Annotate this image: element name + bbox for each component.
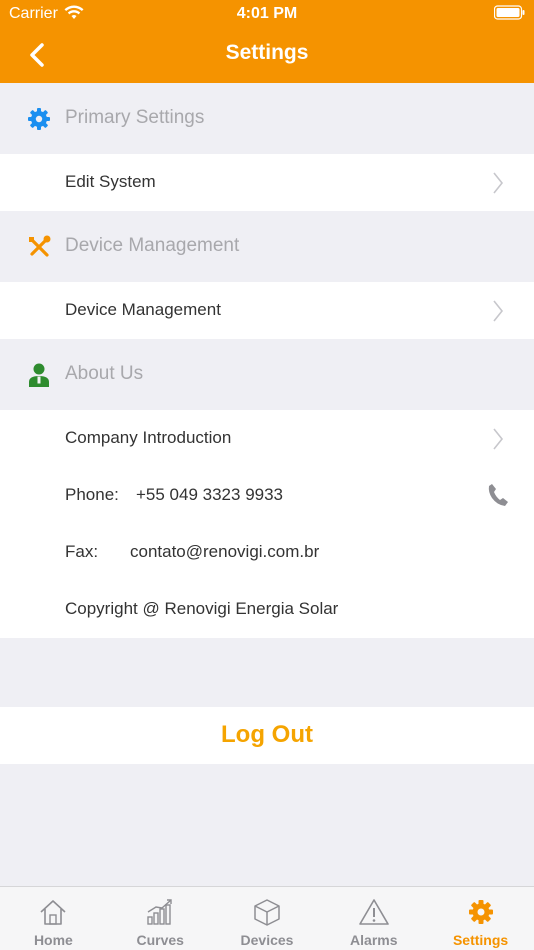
section-header-primary-settings: Primary Settings	[0, 83, 534, 154]
status-time: 4:01 PM	[236, 5, 298, 22]
tab-label: Home	[33, 932, 73, 948]
tab-curves[interactable]: Curves	[107, 887, 214, 950]
chart-icon	[147, 899, 172, 925]
copyright-row: Copyright @ Renovigi Energia Solar	[0, 581, 534, 638]
fax-value: contato@renovigi.com.br	[130, 542, 320, 561]
phone-label: Phone:	[65, 485, 119, 504]
box-icon	[254, 899, 280, 926]
phone-row[interactable]: Phone: +55 049 3323 9933	[0, 467, 534, 524]
section-header-device-management: Device Management	[0, 211, 534, 282]
navigation-bar: Carrier 4:01 PM Settings	[0, 0, 534, 83]
tab-settings[interactable]: Settings	[427, 887, 534, 950]
edit-system-row[interactable]: Edit System	[0, 154, 534, 211]
phone-value: +55 049 3323 9933	[136, 485, 284, 504]
chevron-right-icon	[493, 428, 504, 450]
tab-label: Curves	[136, 932, 184, 948]
row-label: Device Management	[65, 300, 221, 319]
wrench-screwdriver-icon	[29, 235, 51, 257]
page-title: Settings	[225, 41, 309, 64]
row-label: Company Introduction	[65, 428, 232, 447]
device-management-row[interactable]: Device Management	[0, 282, 534, 339]
copyright-text: Copyright @ Renovigi Energia Solar	[65, 599, 339, 618]
row-label: Edit System	[65, 172, 156, 191]
tab-devices[interactable]: Devices	[214, 887, 321, 950]
company-introduction-row[interactable]: Company Introduction	[0, 410, 534, 467]
logout-label: Log Out	[221, 721, 313, 748]
tab-label: Alarms	[350, 932, 398, 948]
chevron-right-icon	[493, 300, 504, 322]
chevron-right-icon	[493, 172, 504, 194]
fax-row: Fax: contato@renovigi.com.br	[0, 524, 534, 581]
tab-label: Devices	[240, 932, 294, 948]
status-bar: Carrier 4:01 PM	[0, 0, 534, 28]
tab-home[interactable]: Home	[0, 887, 107, 950]
phone-icon[interactable]	[487, 483, 509, 507]
tab-bar: Home Curves Devices Alarms Settings	[0, 886, 534, 950]
warning-icon	[358, 899, 389, 925]
person-icon	[29, 363, 49, 387]
fax-label: Fax:	[65, 542, 99, 561]
section-header-about-us: About Us	[0, 339, 534, 410]
battery-icon	[494, 5, 525, 20]
gear-icon	[468, 900, 493, 924]
tab-alarms[interactable]: Alarms	[320, 887, 427, 950]
section-title: About Us	[65, 363, 144, 384]
section-title: Primary Settings	[65, 107, 205, 128]
section-title: Device Management	[65, 235, 240, 256]
tab-label: Settings	[452, 932, 509, 948]
gear-icon	[28, 108, 50, 130]
logout-button[interactable]: Log Out	[0, 707, 534, 764]
home-icon	[40, 900, 66, 925]
